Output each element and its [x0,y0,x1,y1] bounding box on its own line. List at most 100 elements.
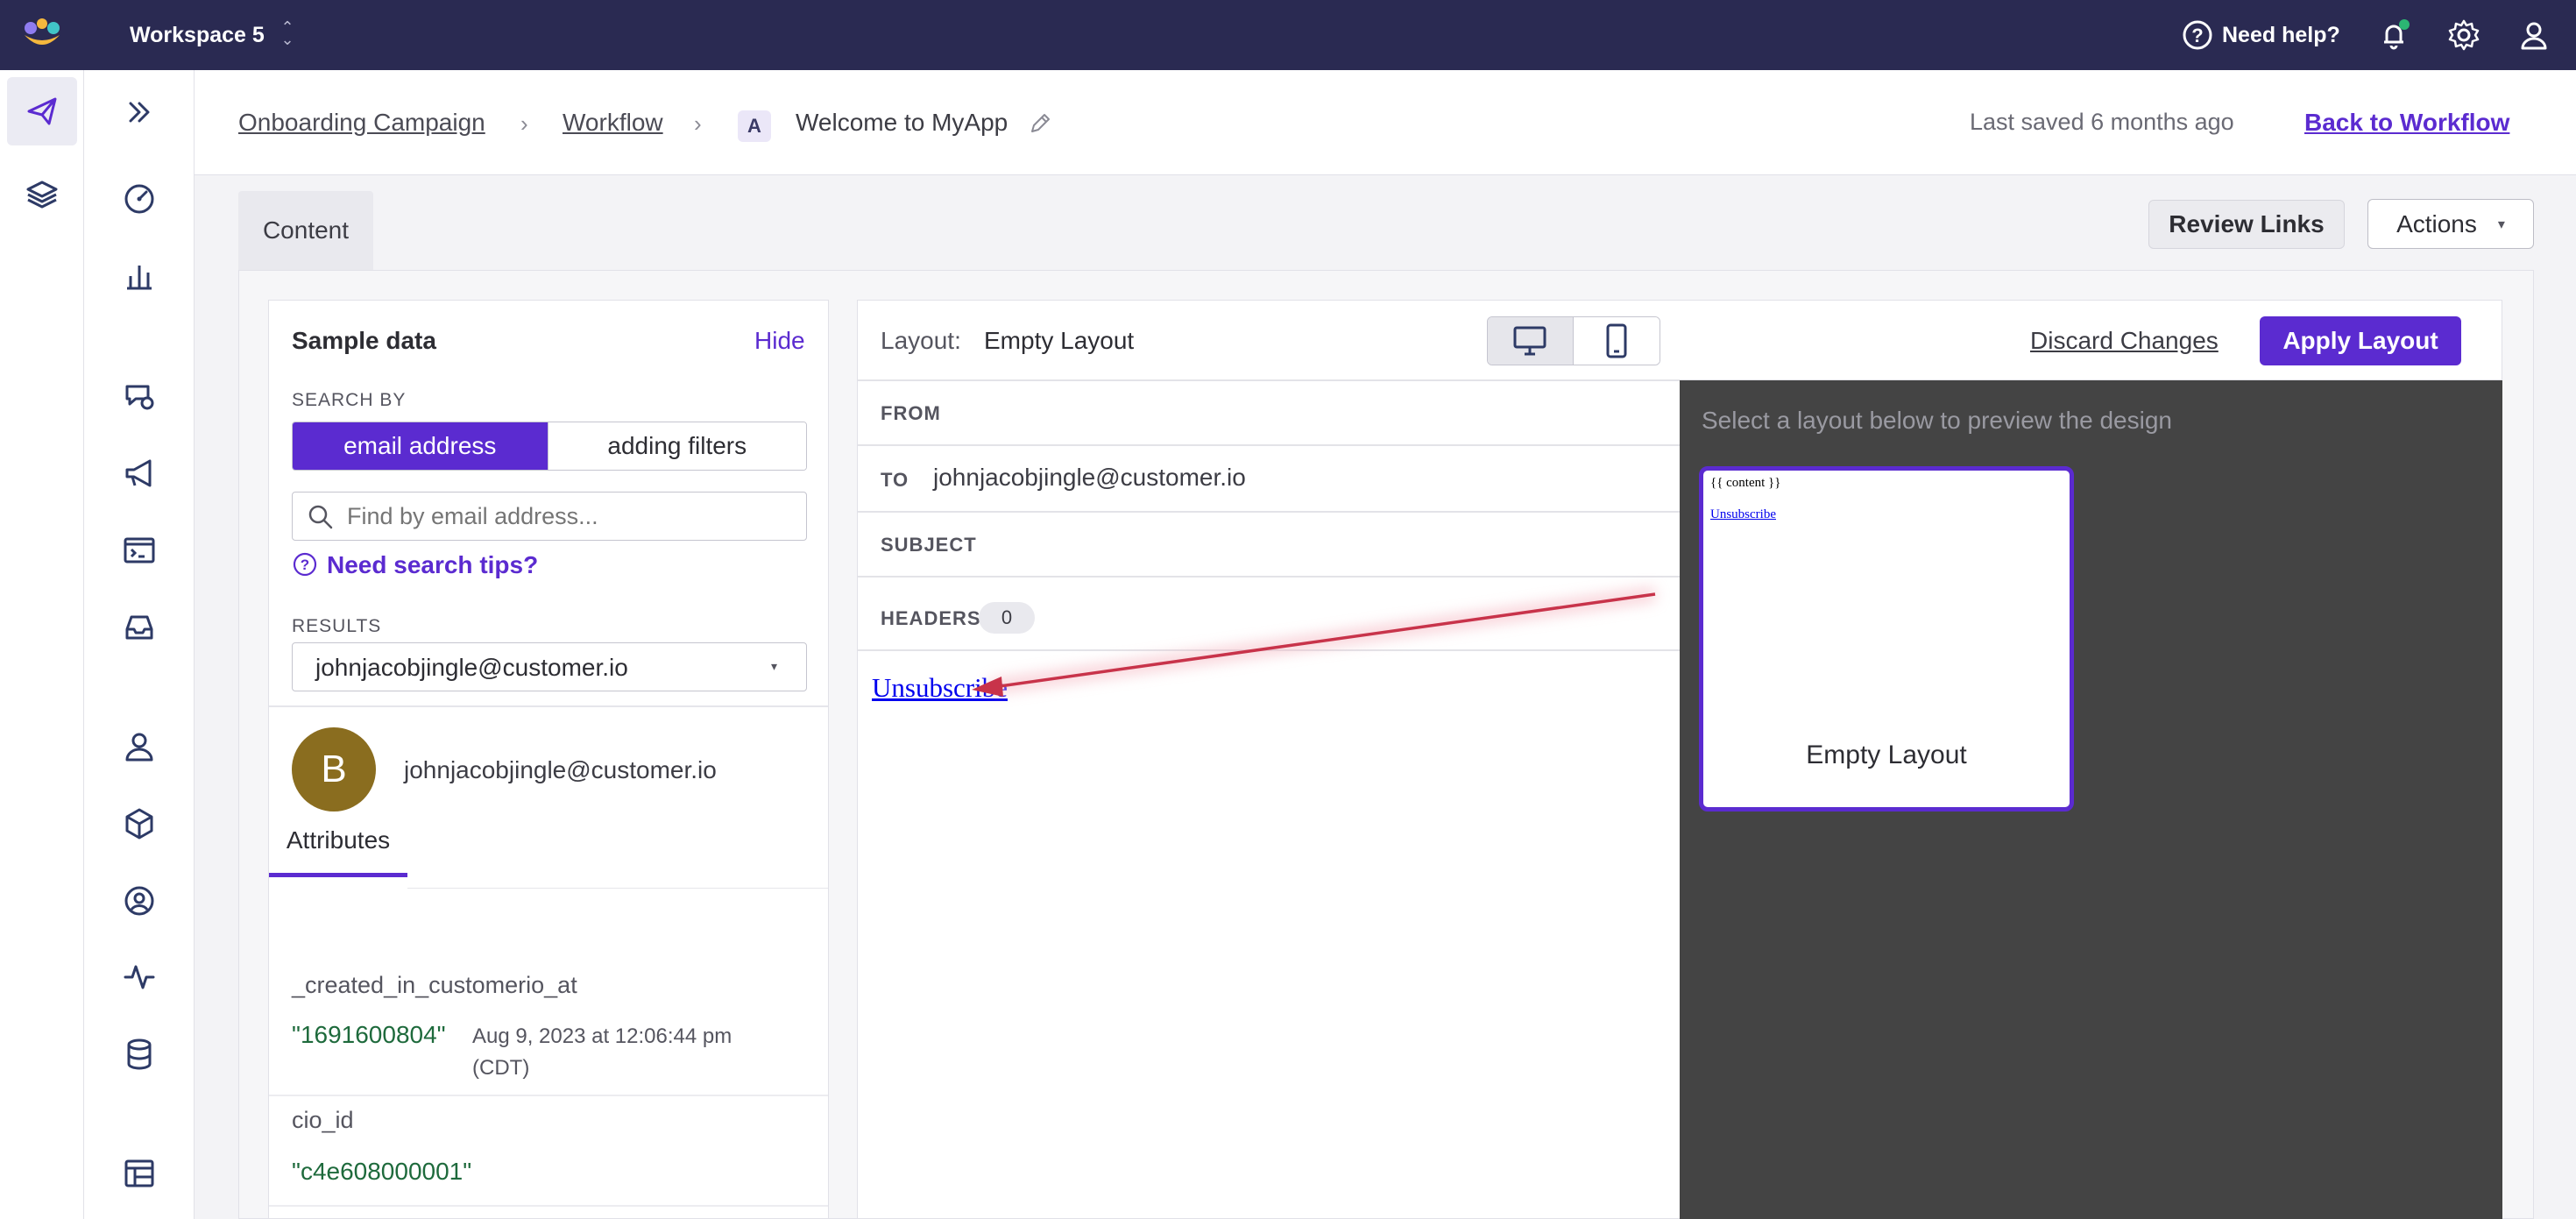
attribute-value: "c4e608000001" [292,1158,472,1185]
need-help-link[interactable]: Need help? [2222,23,2340,48]
back-to-workflow-link[interactable]: Back to Workflow [2304,109,2509,137]
breadcrumb-campaign-link[interactable]: Onboarding Campaign [238,109,485,137]
hide-sample-data-button[interactable]: Hide [754,327,805,355]
breadcrumb-separator-icon: › [694,110,702,137]
discard-changes-text[interactable]: Discard Changes [2030,327,2219,354]
profile-email: johnjacobjingle@customer.io [404,756,717,783]
mobile-preview-button[interactable] [1573,317,1660,365]
review-links-button[interactable]: Review Links [2148,200,2345,249]
actions-label: Actions [2396,209,2477,237]
headers-label: HEADERS [881,607,981,629]
expand-chevrons-icon[interactable] [118,91,160,133]
user-circle-icon[interactable] [118,880,160,922]
breadcrumb-campaign-text[interactable]: Onboarding Campaign [238,109,485,136]
layout-value: Empty Layout [984,327,1135,354]
mobile-phone-icon [1606,323,1627,358]
breadcrumb-separator-icon: › [520,110,528,137]
megaphone-icon[interactable] [118,452,160,494]
terminal-icon[interactable] [118,529,160,571]
unsubscribe-link[interactable]: Unsubscribe [872,672,1008,704]
results-label: RESULTS [292,616,382,636]
desktop-preview-button[interactable] [1488,317,1574,365]
layout-preview-pane: Select a layout below to preview the des… [1680,380,2502,1219]
email-search-field[interactable] [292,492,807,541]
top-bar: Workspace 5 ⌃ ⌄ ? Need help? [0,0,2576,70]
results-select[interactable]: johnjacobjingle@customer.io ▾ [292,642,807,691]
attribute-name: _created_in_customerio_at [292,972,577,998]
question-circle-icon: ? [292,551,318,578]
last-saved-text: Last saved 6 months ago [1970,109,2234,135]
person-icon[interactable] [118,726,160,768]
page-header: Onboarding Campaign › Workflow › A Welco… [195,70,2576,175]
message-name: Welcome to MyApp [796,109,1008,136]
layout-label: Layout: [881,327,961,354]
breadcrumb-workflow-link[interactable]: Workflow [563,109,663,137]
database-icon[interactable] [118,1033,160,1075]
layers-icon[interactable] [21,174,63,216]
thumbnail-title: Empty Layout [1806,741,1967,769]
desktop-monitor-icon [1513,326,1546,356]
tab-attributes[interactable]: Attributes [269,826,407,877]
search-tips-link[interactable]: Need search tips? [327,551,538,579]
device-toggle [1487,316,1660,365]
divider [407,888,828,889]
avatar: B [292,727,376,811]
primary-nav-rail [0,70,84,1219]
headers-count-badge[interactable]: 0 [979,602,1035,634]
sample-data-title: Sample data [292,327,436,354]
divider [858,649,1680,651]
table-icon[interactable] [118,1152,160,1194]
cube-object-icon[interactable] [118,803,160,845]
preview-hint: Select a layout below to preview the des… [1702,407,2172,434]
variant-badge: A [738,110,771,142]
svg-text:?: ? [2191,25,2203,46]
search-by-label: SEARCH BY [292,390,407,410]
apply-layout-button[interactable]: Apply Layout [2260,316,2461,365]
layout-thumbnail-empty[interactable]: {{ content }} Unsubscribe Empty Layout [1699,466,2074,811]
back-to-workflow-text[interactable]: Back to Workflow [2304,109,2509,136]
actions-dropdown[interactable]: Actions ▾ [2367,199,2534,249]
app-logo[interactable] [19,16,65,54]
search-by-toggle: email address adding filters [292,422,807,471]
tab-content[interactable]: Content [238,191,373,270]
discard-changes-link[interactable]: Discard Changes [2030,327,2219,355]
thumbnail-unsubscribe: Unsubscribe [1710,507,1776,521]
secondary-nav-rail [84,70,195,1219]
paper-plane-icon [21,90,63,132]
message-target-icon[interactable] [118,376,160,418]
svg-text:?: ? [301,556,309,573]
search-by-email-option[interactable]: email address [293,422,548,470]
breadcrumb-workflow-text[interactable]: Workflow [563,109,663,136]
divider [858,576,1680,578]
nav-messaging-active[interactable] [7,77,77,145]
divider [269,1095,828,1096]
edit-pencil-icon[interactable] [1029,112,1051,135]
divider [269,1205,828,1207]
search-icon [307,503,335,531]
settings-gear-icon[interactable] [2446,18,2481,53]
inbox-tray-icon[interactable] [118,606,160,648]
results-selected-value: johnjacobjingle@customer.io [315,654,628,681]
activity-pulse-icon[interactable] [118,956,160,998]
user-account-icon[interactable] [2516,18,2551,53]
divider [858,444,1680,446]
notifications-bell-icon[interactable] [2376,18,2411,53]
caret-down-icon: ▾ [771,659,778,673]
workspace-switch-icon[interactable]: ⌃ ⌄ [279,19,296,49]
attribute-value: "1691600804" [292,1021,446,1048]
bar-chart-icon[interactable] [118,255,160,297]
divider [269,705,828,707]
attribute-date-note: Aug 9, 2023 at 12:06:44 pm (CDT) [472,1024,732,1080]
to-value[interactable]: johnjacobjingle@customer.io [933,464,1246,492]
email-search-input[interactable] [345,500,792,533]
help-icon[interactable]: ? [2182,19,2213,51]
thumbnail-content-placeholder: {{ content }} [1710,476,1781,490]
attribute-name: cio_id [292,1107,354,1133]
divider [858,511,1680,513]
dashboard-gauge-icon[interactable] [118,178,160,220]
sample-data-panel: Sample data Hide SEARCH BY email address… [268,300,829,1219]
caret-down-icon: ▾ [2497,216,2505,232]
workspace-name[interactable]: Workspace 5 [130,23,265,48]
search-by-filters-option[interactable]: adding filters [547,422,806,470]
from-label: FROM [881,402,941,424]
